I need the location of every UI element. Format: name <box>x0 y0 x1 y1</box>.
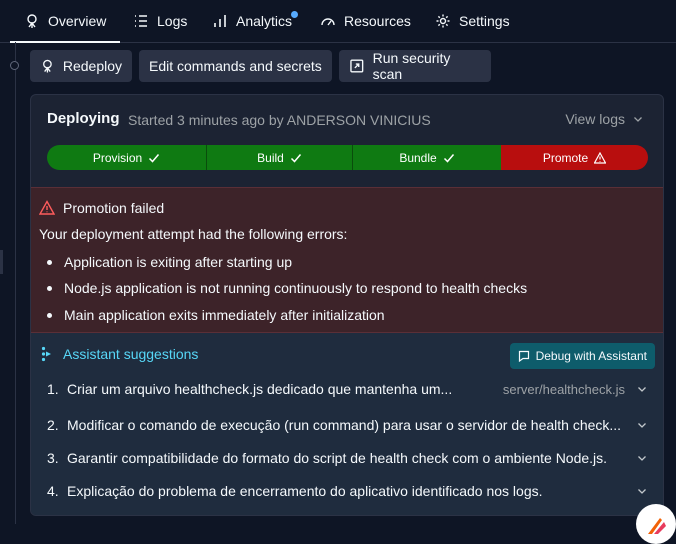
debug-button-label: Debug with Assistant <box>535 349 647 363</box>
tab-resources[interactable]: Resources <box>320 0 411 42</box>
stage-bundle: Bundle <box>353 145 501 170</box>
stage-build: Build <box>207 145 353 170</box>
suggestion-item[interactable]: 4. Explicação do problema de encerrament… <box>47 478 647 504</box>
stage-promote: Promote <box>501 145 648 170</box>
redeploy-label: Redeploy <box>62 58 122 74</box>
stage-provision: Provision <box>47 145 207 170</box>
deployment-icon <box>43 59 52 73</box>
edit-commands-label: Edit commands and secrets <box>149 58 322 74</box>
error-item-text: Main application exits immediately after… <box>64 307 385 323</box>
chevron-down-icon <box>634 117 642 122</box>
error-item: Node.js application is not running conti… <box>47 280 527 296</box>
run-security-scan-button[interactable]: Run security scan <box>339 50 491 82</box>
suggestion-item[interactable]: 2. Modificar o comando de execução (run … <box>47 412 647 438</box>
suggestion-text: Explicação do problema de encerramento d… <box>67 483 543 499</box>
tab-label: Logs <box>157 13 188 29</box>
suggestion-item[interactable]: 3. Garantir compatibilidade do formato d… <box>47 445 647 471</box>
timeline-line <box>15 42 16 524</box>
check-icon <box>290 153 301 163</box>
assistant-title-label: Assistant suggestions <box>63 346 199 362</box>
chevron-down-icon <box>638 423 646 428</box>
suggestion-number: 4. <box>47 483 59 499</box>
deployment-status-title: Deploying <box>47 110 120 127</box>
chevron-down-icon <box>638 387 646 392</box>
suggestion-text: Modificar o comando de execução (run com… <box>67 417 622 433</box>
error-title-label: Promotion failed <box>63 200 165 216</box>
assistant-icon <box>41 346 51 362</box>
logo-icon <box>648 518 666 534</box>
error-panel: Promotion failed Your deployment attempt… <box>31 187 663 333</box>
suggestion-number: 2. <box>47 417 59 433</box>
app-badge-icon[interactable] <box>636 504 676 544</box>
suggestion-number: 3. <box>47 450 59 466</box>
suggestion-item[interactable]: 1. Criar um arquivo healthcheck.js dedic… <box>47 376 647 402</box>
suggestion-number: 1. <box>47 381 59 397</box>
chevron-down-icon <box>638 456 646 461</box>
tab-overview[interactable]: Overview <box>9 0 121 43</box>
view-logs-button[interactable]: View logs <box>565 111 643 127</box>
check-icon <box>443 153 454 163</box>
tab-label: Overview <box>48 13 107 29</box>
error-item: Application is exiting after starting up <box>47 254 292 270</box>
error-item-text: Node.js application is not running conti… <box>64 280 528 296</box>
security-scan-label: Run security scan <box>372 50 451 82</box>
chat-icon <box>518 350 529 362</box>
warning-icon <box>39 200 55 215</box>
notification-dot <box>291 11 298 18</box>
warning-icon <box>594 151 607 164</box>
timeline-node <box>10 61 19 70</box>
error-intro: Your deployment attempt had the followin… <box>39 226 348 242</box>
chevron-down-icon <box>638 489 646 494</box>
deployment-subtitle: Started 3 minutes ago by ANDERSON VINICI… <box>128 112 431 128</box>
tab-logs[interactable]: Logs <box>133 0 187 42</box>
suggestion-file-path: server/healthcheck.js <box>502 381 625 397</box>
gear-icon <box>436 14 450 28</box>
bar-chart-icon <box>214 15 226 27</box>
scan-icon <box>350 59 364 73</box>
list-icon <box>135 15 147 27</box>
tab-settings[interactable]: Settings <box>435 0 510 42</box>
tab-label: Resources <box>344 13 411 29</box>
tab-label: Settings <box>459 13 510 29</box>
left-edge-marker <box>0 250 3 274</box>
bullet <box>47 259 52 265</box>
deployment-icon <box>27 14 37 28</box>
tab-label: Analytics <box>236 13 293 29</box>
stage-label: Build <box>257 150 284 165</box>
bullet <box>47 285 52 291</box>
check-icon <box>149 153 160 163</box>
edit-commands-button[interactable]: Edit commands and secrets <box>139 50 332 82</box>
redeploy-button[interactable]: Redeploy <box>30 50 132 82</box>
assistant-panel: Assistant suggestions Debug with Assista… <box>31 333 663 515</box>
tab-bar: Overview Logs Analytics Resources Settin… <box>0 0 676 43</box>
suggestion-text: Garantir compatibilidade do formato do s… <box>67 450 608 466</box>
tab-analytics[interactable]: Analytics <box>212 0 292 42</box>
stage-label: Promote <box>542 150 589 165</box>
error-item-text: Application is exiting after starting up <box>64 254 293 270</box>
error-title: Promotion failed <box>39 200 164 216</box>
debug-with-assistant-button[interactable]: Debug with Assistant <box>509 343 655 369</box>
error-item: Main application exits immediately after… <box>47 307 385 323</box>
suggestion-text: Criar um arquivo healthcheck.js dedicado… <box>67 381 453 397</box>
stage-label: Provision <box>92 150 143 165</box>
bullet <box>47 312 52 318</box>
deployment-card: Deploying Started 3 minutes ago by ANDER… <box>30 94 664 516</box>
assistant-title: Assistant suggestions <box>41 346 198 362</box>
stage-label: Bundle <box>399 150 437 165</box>
view-logs-label: View logs <box>565 111 625 127</box>
gauge-icon <box>321 18 335 26</box>
deployment-pipeline: Provision Build Bundle Promote <box>47 145 648 170</box>
